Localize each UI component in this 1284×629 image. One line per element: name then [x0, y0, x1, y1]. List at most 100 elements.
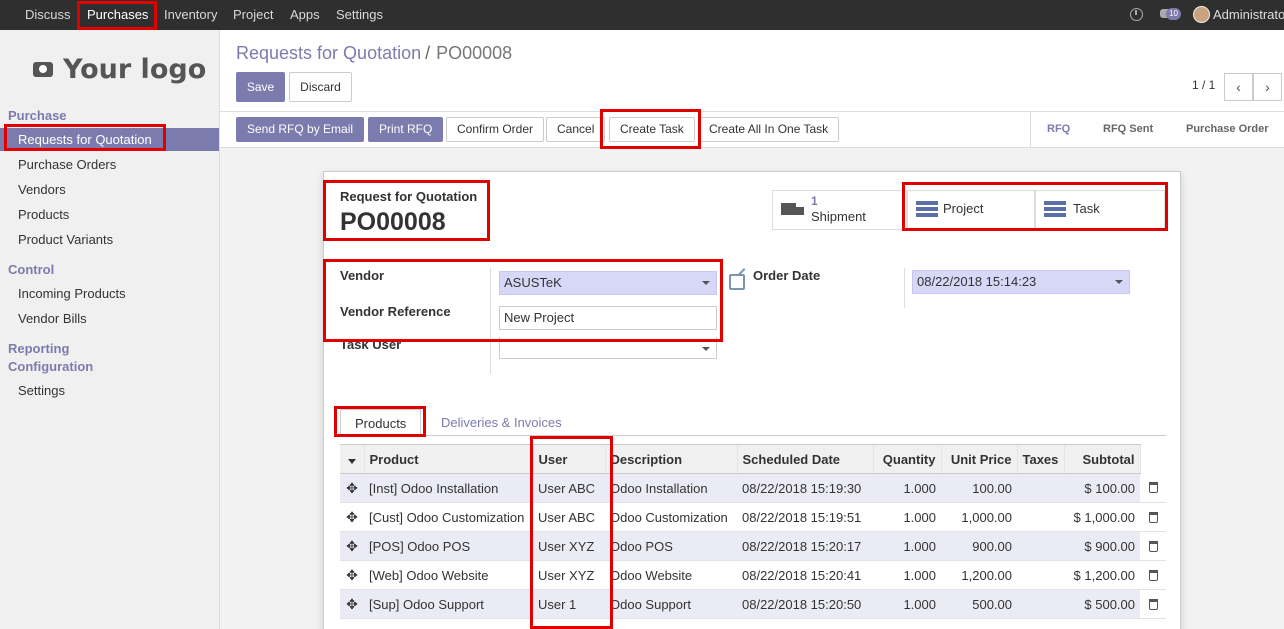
create-task-button[interactable]: Create Task: [609, 117, 695, 142]
sidebar-item-products[interactable]: Products: [0, 203, 219, 226]
col-user[interactable]: User: [532, 444, 605, 474]
task-label: Task: [1073, 201, 1100, 216]
cell-scheduled-date: 08/22/2018 15:20:41: [737, 560, 873, 590]
sidebar-section-configuration: Configuration: [8, 359, 94, 374]
trash-icon[interactable]: [1148, 482, 1158, 494]
nav-settings[interactable]: Settings: [336, 0, 383, 30]
trash-icon[interactable]: [1148, 540, 1158, 552]
stage-purchase-order[interactable]: Purchase Order: [1186, 112, 1269, 147]
pager-next-button[interactable]: ›: [1253, 73, 1282, 101]
cell-taxes: [1017, 560, 1064, 590]
order-lines-table: Product User Description Scheduled Date …: [340, 444, 1166, 619]
save-button[interactable]: Save: [236, 72, 285, 102]
col-subtotal[interactable]: Subtotal: [1063, 444, 1140, 474]
task-smart-button[interactable]: Task: [1035, 190, 1165, 230]
field-separator: [490, 268, 491, 374]
nav-purchases[interactable]: Purchases: [87, 0, 148, 30]
sidebar-item-purchase-orders[interactable]: Purchase Orders: [0, 153, 219, 176]
cell-product: [Web] Odoo Website: [364, 560, 533, 590]
sidebar-item-vendors[interactable]: Vendors: [0, 178, 219, 201]
col-quantity[interactable]: Quantity: [872, 444, 941, 474]
cell-taxes: [1017, 531, 1064, 561]
trash-icon[interactable]: [1148, 511, 1158, 523]
drag-handle-icon[interactable]: ✥: [346, 596, 358, 613]
drag-handle-icon[interactable]: ✥: [346, 567, 358, 584]
cell-quantity: 1.000: [873, 531, 941, 561]
drag-handle-icon[interactable]: ✥: [346, 480, 358, 497]
task-icon: [1044, 201, 1066, 220]
trash-icon[interactable]: [1148, 598, 1158, 610]
field-separator: [904, 268, 905, 308]
user-menu[interactable]: Administrator: [1213, 0, 1284, 30]
stage-rfq[interactable]: RFQ: [1047, 112, 1070, 147]
cell-subtotal: $ 500.00: [1064, 589, 1140, 619]
breadcrumb-parent[interactable]: Requests for Quotation: [236, 43, 421, 63]
chevron-down-icon: [1115, 280, 1123, 284]
cell-scheduled-date: 08/22/2018 15:20:17: [737, 531, 873, 561]
caret-down-icon: [347, 458, 356, 464]
trash-icon[interactable]: [1148, 569, 1158, 581]
chevron-down-icon: [702, 347, 710, 351]
cell-unit-price: 900.00: [941, 531, 1017, 561]
cancel-button[interactable]: Cancel: [546, 117, 606, 142]
vendor-select[interactable]: ASUSTeK: [499, 271, 717, 295]
task-user-label: Task User: [340, 337, 402, 352]
order-date-input[interactable]: 08/22/2018 15:14:23: [912, 270, 1130, 294]
pager-previous-button[interactable]: ‹: [1224, 73, 1253, 101]
table-row[interactable]: ✥ [Web] Odoo Website User XYZ Odoo Websi…: [340, 560, 1166, 590]
activity-clock-icon[interactable]: [1130, 8, 1143, 21]
confirm-order-button[interactable]: Confirm Order: [446, 117, 545, 142]
cell-unit-price: 1,000.00: [941, 502, 1017, 532]
nav-project[interactable]: Project: [233, 0, 273, 30]
col-taxes[interactable]: Taxes: [1016, 444, 1064, 474]
task-user-select[interactable]: [499, 337, 717, 359]
sidebar-item-product-variants[interactable]: Product Variants: [0, 228, 219, 251]
nav-discuss[interactable]: Discuss: [25, 0, 71, 30]
print-rfq-button[interactable]: Print RFQ: [368, 117, 444, 142]
discard-button[interactable]: Discard: [289, 72, 352, 102]
pager-value[interactable]: 1 / 1: [1192, 78, 1215, 92]
sidebar: Your logo Purchase Requests for Quotatio…: [0, 30, 220, 629]
cell-unit-price: 1,200.00: [941, 560, 1017, 590]
cell-description: Odoo POS: [605, 531, 737, 561]
stage-rfq-sent[interactable]: RFQ Sent: [1103, 112, 1153, 147]
table-row[interactable]: ✥ [Sup] Odoo Support User 1 Odoo Support…: [340, 589, 1166, 619]
project-smart-button[interactable]: Project: [907, 190, 1035, 230]
sidebar-item-settings[interactable]: Settings: [0, 379, 219, 402]
project-icon: [916, 201, 938, 220]
cell-scheduled-date: 08/22/2018 15:19:30: [737, 473, 873, 503]
col-product[interactable]: Product: [363, 444, 533, 474]
drag-handle-icon[interactable]: ✥: [346, 509, 358, 526]
cell-scheduled-date: 08/22/2018 15:20:50: [737, 589, 873, 619]
vendor-reference-input[interactable]: New Project: [499, 306, 717, 330]
table-row[interactable]: ✥ [Inst] Odoo Installation User ABC Odoo…: [340, 473, 1166, 503]
sort-handle-header[interactable]: [340, 444, 364, 474]
cell-description: Odoo Customization: [605, 502, 737, 532]
col-unit-price[interactable]: Unit Price: [940, 444, 1017, 474]
table-row[interactable]: ✥ [Cust] Odoo Customization User ABC Odo…: [340, 502, 1166, 532]
shipment-smart-button[interactable]: 1 Shipment: [772, 190, 907, 230]
drag-handle-icon[interactable]: ✥: [346, 538, 358, 555]
table-row[interactable]: ✥ [POS] Odoo POS User XYZ Odoo POS 08/22…: [340, 531, 1166, 561]
sidebar-item-vendor-bills[interactable]: Vendor Bills: [0, 307, 219, 330]
sidebar-section-control: Control: [8, 262, 55, 277]
nav-apps[interactable]: Apps: [290, 0, 320, 30]
tab-products[interactable]: Products: [340, 409, 422, 436]
cell-description: Odoo Installation: [605, 473, 737, 503]
create-all-in-one-task-button[interactable]: Create All In One Task: [698, 117, 840, 142]
sidebar-section-reporting[interactable]: Reporting: [8, 341, 69, 356]
project-label: Project: [943, 201, 984, 216]
vendor-value: ASUSTeK: [504, 275, 562, 290]
cell-user: User XYZ: [533, 560, 605, 590]
user-avatar[interactable]: [1193, 6, 1210, 23]
tab-deliveries-invoices[interactable]: Deliveries & Invoices: [427, 409, 576, 436]
nav-inventory[interactable]: Inventory: [164, 0, 217, 30]
sidebar-item-incoming-products[interactable]: Incoming Products: [0, 282, 219, 305]
col-description[interactable]: Description: [604, 444, 737, 474]
send-rfq-button[interactable]: Send RFQ by Email: [236, 117, 365, 142]
shipment-count: 1: [811, 194, 818, 208]
sidebar-item-requests-for-quotation[interactable]: Requests for Quotation: [0, 128, 219, 151]
col-scheduled-date[interactable]: Scheduled Date: [736, 444, 873, 474]
external-link-icon[interactable]: [729, 274, 745, 290]
cell-product: [Inst] Odoo Installation: [364, 473, 533, 503]
